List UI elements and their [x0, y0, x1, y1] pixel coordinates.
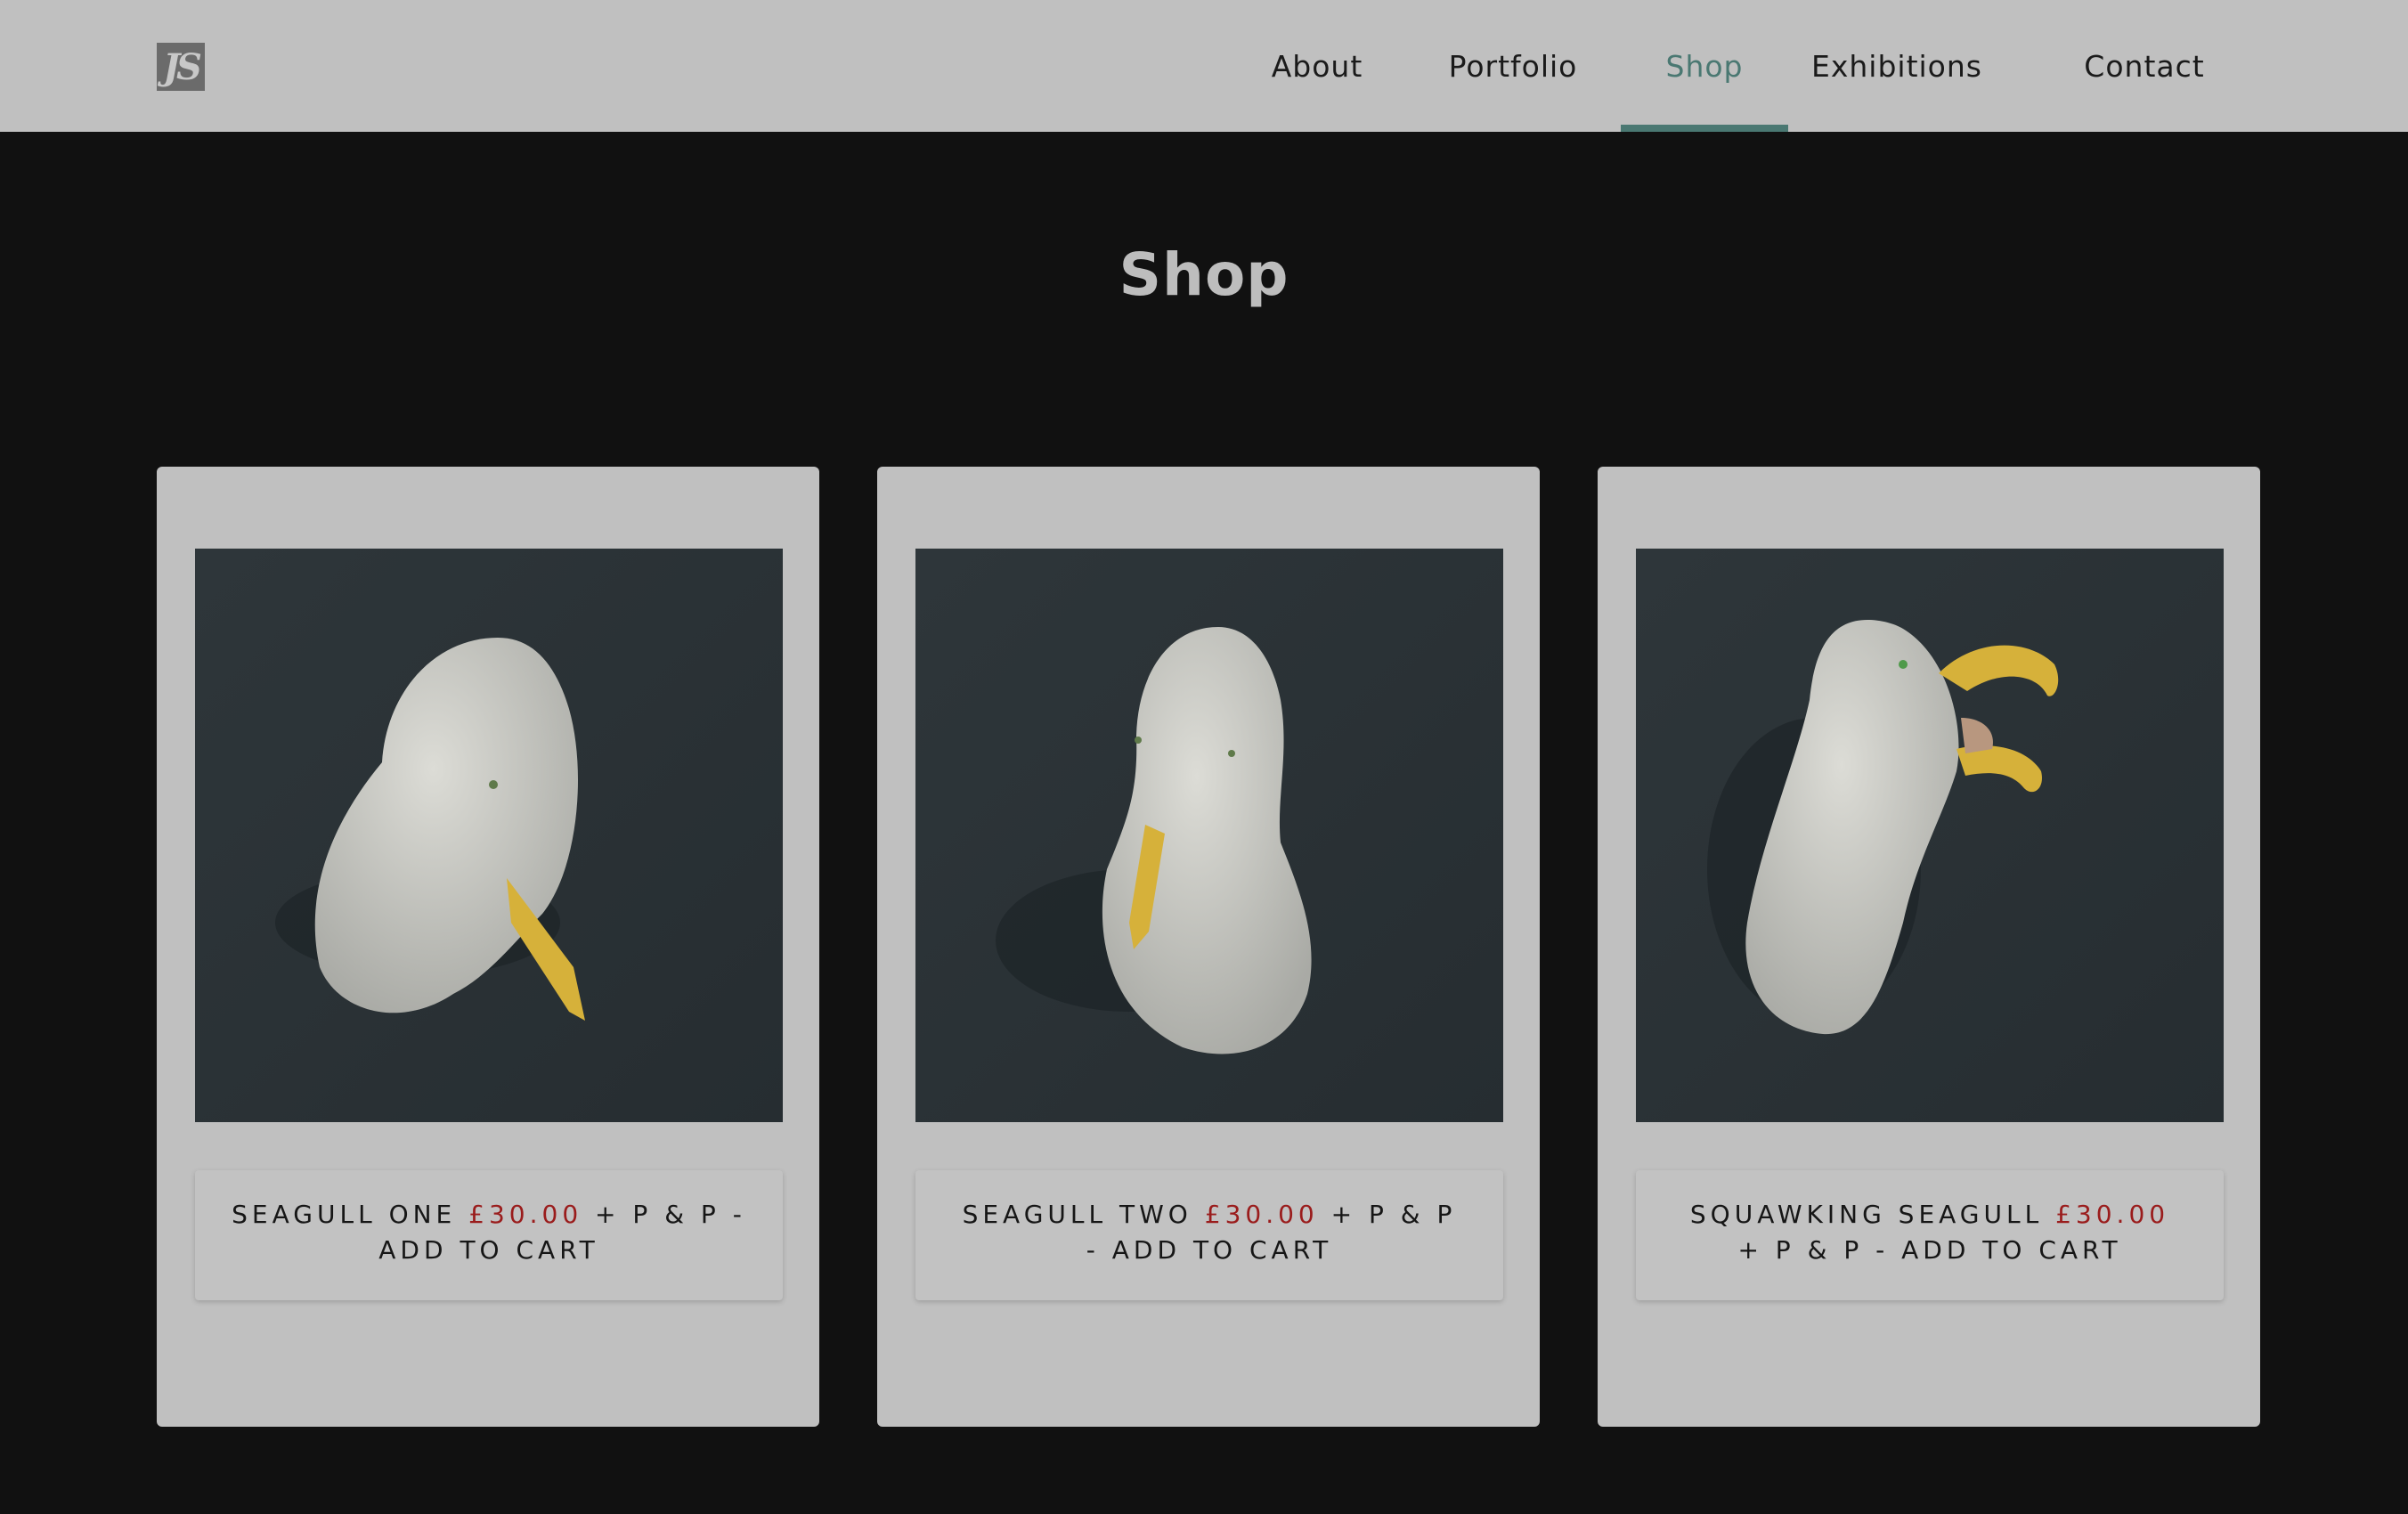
product-name: SEAGULL TWO [962, 1200, 1192, 1229]
add-to-cart-seagull-one[interactable]: SEAGULL ONE £30.00 + P & P - ADD TO CART [195, 1170, 783, 1300]
nav-about[interactable]: About [1259, 0, 1375, 132]
product-name: SQUAWKING SEAGULL [1689, 1200, 2044, 1229]
seagull-head-facing-down-photo[interactable] [195, 549, 783, 1122]
site-logo[interactable]: JS [157, 43, 205, 91]
seagull-head-front-photo[interactable] [915, 549, 1503, 1122]
product-card: SEAGULL ONE £30.00 + P & P - ADD TO CART [157, 467, 819, 1427]
product-card: SEAGULL TWO £30.00 + P & P - ADD TO CART [877, 467, 1540, 1427]
add-to-cart-seagull-two[interactable]: SEAGULL TWO £30.00 + P & P - ADD TO CART [915, 1170, 1503, 1300]
nav-portfolio[interactable]: Portfolio [1437, 0, 1589, 132]
product-price: £30.00 [2055, 1200, 2170, 1229]
product-name: SEAGULL ONE [232, 1200, 457, 1229]
product-price: £30.00 [468, 1200, 583, 1229]
product-cart-text: + P & P - ADD TO CART [1737, 1235, 2122, 1265]
seagull-head-squawking-photo[interactable] [1636, 549, 2224, 1122]
nav-shop[interactable]: Shop [1621, 0, 1788, 132]
product-price: £30.00 [1204, 1200, 1319, 1229]
site-header: JS About Portfolio Shop Exhibitions Cont… [0, 0, 2408, 132]
add-to-cart-squawking-seagull[interactable]: SQUAWKING SEAGULL £30.00 + P & P - ADD T… [1636, 1170, 2224, 1300]
nav-exhibitions[interactable]: Exhibitions [1808, 0, 1986, 132]
product-card: SQUAWKING SEAGULL £30.00 + P & P - ADD T… [1598, 467, 2260, 1427]
nav-contact[interactable]: Contact [2073, 0, 2216, 132]
page-title: Shop [1119, 240, 1289, 309]
